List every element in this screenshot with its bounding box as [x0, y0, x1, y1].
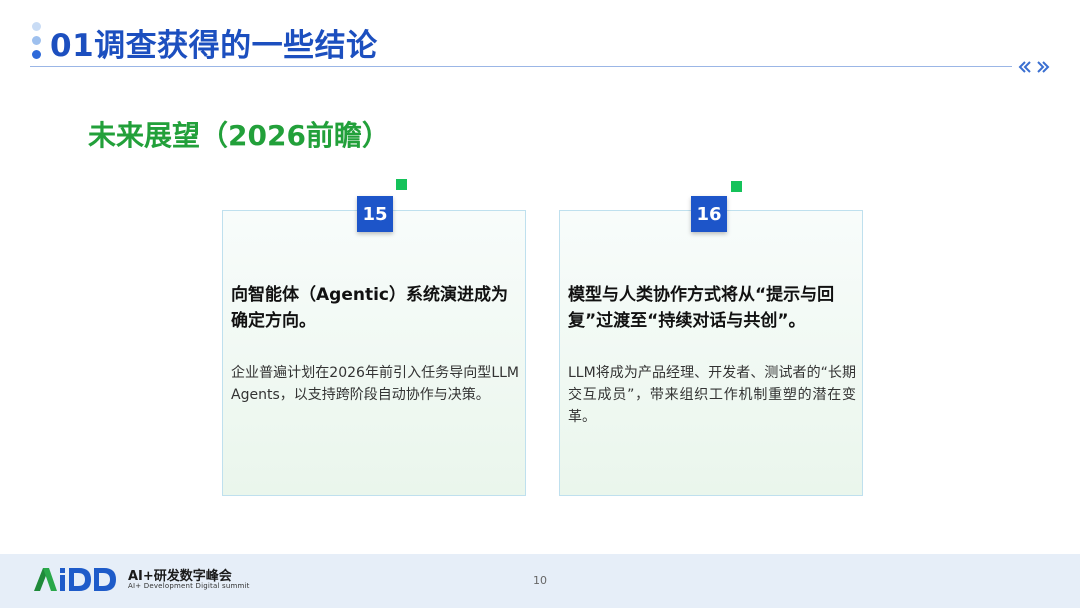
card-15: 向智能体（Agentic）系统演进成为确定方向。 企业普遍计划在2026年前引入… [222, 210, 526, 496]
slide: 01调查获得的一些结论 未来展望（2026前瞻） 向智能体（Agentic）系统… [0, 0, 1080, 608]
number-badge: 15 [357, 196, 393, 232]
title-divider [30, 66, 1012, 67]
footer-bar: AI+研发数字峰会 AI+ Development Digital summit… [0, 554, 1080, 608]
section-subtitle: 未来展望（2026前瞻） [88, 119, 390, 152]
card-heading: 模型与人类协作方式将从“提示与回复”过渡至“持续对话与共创”。 [568, 285, 835, 331]
dot-medium [32, 36, 41, 45]
green-square-icon [731, 181, 742, 192]
green-square-icon [396, 179, 407, 190]
aidd-logo-icon [34, 568, 116, 591]
dot-dark [32, 50, 41, 59]
card-body: 企业普遍计划在2026年前引入任务导向型LLM Agents，以支持跨阶段自动协… [231, 365, 519, 403]
page-number: 10 [533, 574, 547, 587]
card-16: 模型与人类协作方式将从“提示与回复”过渡至“持续对话与共创”。 LLM将成为产品… [559, 210, 863, 496]
card-body: LLM将成为产品经理、开发者、测试者的“长期交互成员”，带来组织工作机制重塑的潜… [568, 365, 856, 425]
logo-english-text: AI+ Development Digital summit [128, 582, 250, 590]
dot-light [32, 22, 41, 31]
decorative-dots-icon [30, 22, 42, 62]
card-heading: 向智能体（Agentic）系统演进成为确定方向。 [231, 285, 508, 331]
double-chevron-icon [1018, 61, 1050, 73]
number-badge: 16 [691, 196, 727, 232]
page-title: 01调查获得的一些结论 [50, 28, 378, 64]
